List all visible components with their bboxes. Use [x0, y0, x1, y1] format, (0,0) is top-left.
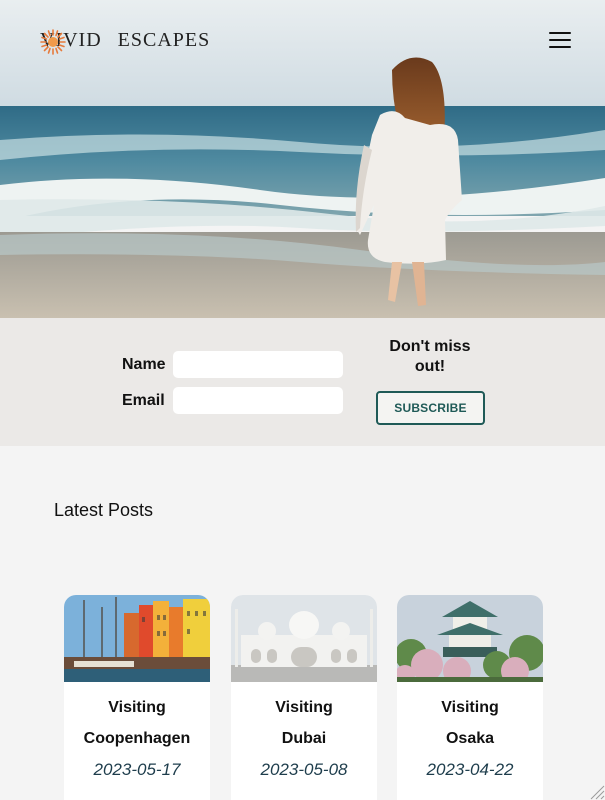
post-title-line-1: Visiting — [441, 699, 499, 716]
latest-posts-heading: Latest Posts — [54, 500, 154, 520]
cta-line-2: out! — [414, 358, 446, 375]
subscribe-section: Name Email Don't miss out! SUBSCRIBE — [0, 318, 605, 446]
post-title-line-1: Visiting — [275, 699, 333, 716]
menu-bar — [549, 46, 571, 48]
post-date: 2023-05-17 — [93, 760, 181, 779]
post-title-line-2: Coopenhagen — [83, 730, 191, 747]
logo-text-escapes: ESCAPES — [117, 29, 211, 51]
subscribe-button[interactable]: SUBSCRIBE — [376, 391, 485, 425]
post-date: 2023-04-22 — [426, 760, 514, 779]
site-logo[interactable]: VIVID ESCAPES — [40, 29, 211, 55]
post-date: 2023-05-08 — [260, 760, 348, 779]
menu-bar — [549, 39, 571, 41]
post-card-dubai[interactable]: Visiting Dubai 2023-05-08 — [231, 595, 377, 800]
post-title-line-2: Dubai — [281, 730, 327, 747]
osaka-thumbnail — [397, 595, 543, 682]
name-input[interactable] — [173, 351, 343, 378]
email-label: Email — [122, 392, 165, 409]
subscribe-cta: Don't miss out! — [380, 337, 480, 377]
dubai-thumbnail — [231, 595, 377, 682]
name-label: Name — [122, 356, 166, 373]
post-card-copenhagen[interactable]: Visiting Coopenhagen 2023-05-17 — [64, 595, 210, 800]
post-title-line-1: Visiting — [108, 699, 166, 716]
hero-banner: VIVID ESCAPES — [0, 0, 605, 318]
cta-line-1: Don't miss — [389, 338, 471, 355]
post-card-osaka[interactable]: Visiting Osaka 2023-04-22 — [397, 595, 543, 800]
hamburger-menu-icon[interactable] — [549, 32, 571, 50]
copenhagen-thumbnail — [64, 595, 210, 682]
menu-bar — [549, 32, 571, 34]
resize-handle-icon[interactable] — [587, 782, 605, 800]
post-title-line-2: Osaka — [445, 730, 495, 747]
email-input[interactable] — [173, 387, 343, 414]
